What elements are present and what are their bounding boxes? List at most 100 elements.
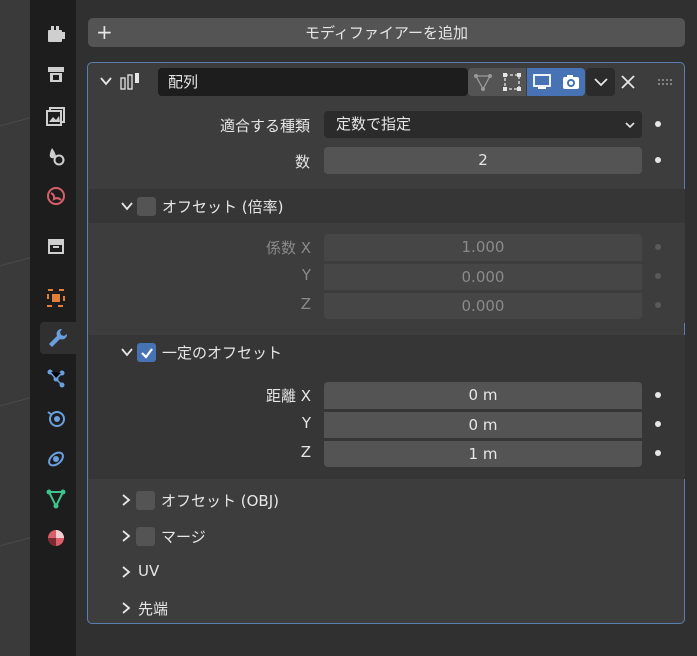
monitor-icon — [532, 74, 551, 89]
grip-icon — [657, 79, 672, 85]
factor-y-label: Y — [301, 266, 311, 284]
relative-offset-header[interactable]: オフセット (倍率) — [89, 189, 685, 223]
render-toggle[interactable] — [556, 68, 585, 96]
collapse-chevron-icon[interactable] — [119, 198, 135, 214]
fit-type-select[interactable]: 定数で指定 — [324, 111, 642, 138]
keyframe-dot[interactable] — [655, 157, 661, 163]
merge-checkbox[interactable] — [136, 527, 155, 546]
count-field[interactable]: 2 — [324, 147, 642, 174]
factor-x-field[interactable]: 1.000 — [324, 234, 642, 261]
edit-mode-toggle[interactable] — [468, 68, 497, 96]
relative-offset-body: 係数 X 1.000 Y 0.000 Z 0.000 — [89, 223, 685, 323]
properties-editor: + モディファイアーを追加 配列 適合する種類 定数で指定 数 2 オフセット … — [76, 0, 697, 656]
plus-icon: + — [96, 20, 113, 44]
merge-title: マージ — [161, 528, 206, 546]
edit-mode-vertex-icon — [473, 74, 492, 91]
constant-offset-subpanel: 一定のオフセット 距離 X 0 m Y 0 m Z 1 m — [89, 335, 685, 479]
scene-icon — [47, 187, 65, 205]
modifier-wrench-icon — [49, 328, 68, 347]
distance-z-field[interactable]: 1 m — [324, 440, 642, 467]
keyframe-dot[interactable] — [655, 302, 661, 308]
modifier-menu-dropdown[interactable] — [586, 68, 615, 96]
tab-render[interactable] — [40, 58, 72, 90]
viewport-display-toggle[interactable] — [527, 68, 556, 96]
particles-icon — [47, 369, 65, 388]
cage-icon — [502, 73, 521, 91]
tab-view-layer[interactable] — [40, 140, 72, 172]
expand-chevron-icon[interactable] — [118, 564, 134, 580]
tab-modifier[interactable] — [40, 322, 76, 354]
grid-line — [0, 532, 30, 549]
tab-material[interactable] — [40, 522, 72, 554]
constant-offset-title: 一定のオフセット — [162, 344, 283, 362]
uv-section[interactable]: UV — [88, 555, 684, 589]
viewport-edge — [0, 0, 30, 656]
constant-offset-body: 距離 X 0 m Y 0 m Z 1 m — [89, 369, 685, 479]
tab-physics[interactable] — [40, 402, 72, 434]
tab-tool[interactable] — [40, 18, 72, 50]
render-icon — [48, 67, 64, 82]
fit-type-label: 適合する種類 — [219, 117, 310, 135]
tab-object[interactable] — [40, 282, 72, 314]
distance-x-field[interactable]: 0 m — [324, 382, 642, 409]
constant-offset-checkbox[interactable] — [137, 343, 156, 362]
factor-z-field[interactable]: 0.000 — [324, 292, 642, 319]
collapse-chevron-icon[interactable] — [98, 73, 114, 89]
keyframe-dot[interactable] — [655, 273, 661, 279]
tab-scene[interactable] — [40, 180, 72, 212]
keyframe-dot[interactable] — [655, 392, 661, 398]
factor-y-field[interactable]: 0.000 — [324, 263, 642, 290]
uv-title: UV — [138, 562, 160, 580]
modifier-header: 配列 — [88, 63, 684, 99]
cage-toggle[interactable] — [497, 68, 526, 96]
factor-z-label: Z — [300, 295, 311, 313]
material-icon — [48, 530, 64, 546]
chevron-down-icon — [593, 78, 608, 87]
drag-handle[interactable] — [650, 68, 679, 96]
array-modifier-icon — [120, 72, 142, 90]
keyframe-dot[interactable] — [655, 450, 661, 456]
caps-section[interactable]: 先端 — [88, 591, 684, 625]
remove-modifier-button[interactable] — [613, 68, 642, 96]
expand-chevron-icon[interactable] — [118, 492, 134, 508]
constraints-icon — [48, 451, 64, 467]
object-offset-section[interactable]: オフセット (OBJ) — [88, 483, 684, 517]
physics-icon — [47, 411, 65, 427]
collection-icon — [48, 239, 64, 254]
keyframe-dot[interactable] — [655, 244, 661, 250]
chevron-down-icon — [625, 122, 635, 129]
object-icon — [47, 289, 65, 307]
add-modifier-button[interactable]: + モディファイアーを追加 — [88, 18, 685, 47]
tab-collection[interactable] — [40, 230, 72, 262]
camera-icon — [562, 75, 579, 89]
object-offset-title: オフセット (OBJ) — [161, 492, 279, 510]
grid-line — [0, 252, 30, 269]
modifier-name-input[interactable]: 配列 — [158, 68, 468, 96]
collapse-chevron-icon[interactable] — [119, 344, 135, 360]
array-modifier-panel: 配列 適合する種類 定数で指定 数 2 オフセット (倍率) 係数 X 1.00… — [87, 62, 685, 624]
distance-x-label: 距離 X — [265, 387, 311, 405]
expand-chevron-icon[interactable] — [118, 600, 134, 616]
factor-x-label: 係数 X — [265, 239, 311, 257]
view-layer-icon — [49, 148, 65, 166]
distance-z-label: Z — [300, 443, 311, 461]
relative-offset-title: オフセット (倍率) — [162, 198, 284, 216]
relative-offset-checkbox[interactable] — [137, 197, 156, 216]
expand-chevron-icon[interactable] — [118, 528, 134, 544]
tab-data[interactable] — [40, 482, 72, 514]
keyframe-dot[interactable] — [655, 421, 661, 427]
tab-particles[interactable] — [40, 362, 72, 394]
constant-offset-header[interactable]: 一定のオフセット — [89, 335, 685, 369]
caps-title: 先端 — [138, 600, 169, 618]
merge-section[interactable]: マージ — [88, 519, 684, 553]
tab-constraints[interactable] — [40, 442, 72, 474]
count-label: 数 — [294, 153, 310, 171]
keyframe-dot[interactable] — [655, 121, 661, 127]
tool-icon — [48, 26, 65, 42]
relative-offset-subpanel: オフセット (倍率) 係数 X 1.000 Y 0.000 Z 0.000 — [89, 189, 685, 323]
distance-y-label: Y — [301, 414, 311, 432]
tab-output[interactable] — [40, 100, 72, 132]
grid-line — [0, 392, 30, 409]
object-offset-checkbox[interactable] — [136, 491, 155, 510]
distance-y-field[interactable]: 0 m — [324, 411, 642, 438]
